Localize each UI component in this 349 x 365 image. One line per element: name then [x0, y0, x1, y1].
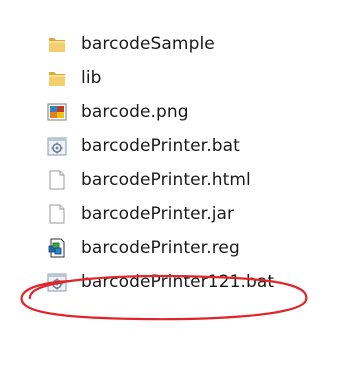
folder-icon — [46, 67, 68, 89]
file-list: barcodeSample lib barcode.png barcodePri… — [46, 27, 346, 299]
file-item-barcodeprinter-html[interactable]: barcodePrinter.html — [46, 163, 346, 197]
image-file-icon — [46, 101, 68, 123]
file-name: barcode.png — [81, 102, 189, 122]
blank-file-icon — [46, 169, 68, 191]
file-name: barcodePrinter.jar — [81, 204, 235, 224]
registry-file-icon — [46, 237, 68, 259]
file-name: barcodePrinter121.bat — [81, 272, 275, 292]
file-name: lib — [81, 68, 102, 88]
batch-file-icon — [46, 271, 68, 293]
blank-file-icon — [46, 203, 68, 225]
file-name: barcodeSample — [81, 34, 215, 54]
file-item-lib[interactable]: lib — [46, 61, 346, 95]
file-item-barcodesample[interactable]: barcodeSample — [46, 27, 346, 61]
file-item-barcodeprinter-jar[interactable]: barcodePrinter.jar — [46, 197, 346, 231]
batch-file-icon — [46, 135, 68, 157]
file-item-barcode-png[interactable]: barcode.png — [46, 95, 346, 129]
file-item-barcodeprinter121-bat[interactable]: barcodePrinter121.bat — [46, 265, 346, 299]
file-name: barcodePrinter.reg — [81, 238, 240, 258]
file-name: barcodePrinter.html — [81, 170, 251, 190]
folder-icon — [46, 33, 68, 55]
file-item-barcodeprinter-reg[interactable]: barcodePrinter.reg — [46, 231, 346, 265]
file-name: barcodePrinter.bat — [81, 136, 240, 156]
file-item-barcodeprinter-bat[interactable]: barcodePrinter.bat — [46, 129, 346, 163]
